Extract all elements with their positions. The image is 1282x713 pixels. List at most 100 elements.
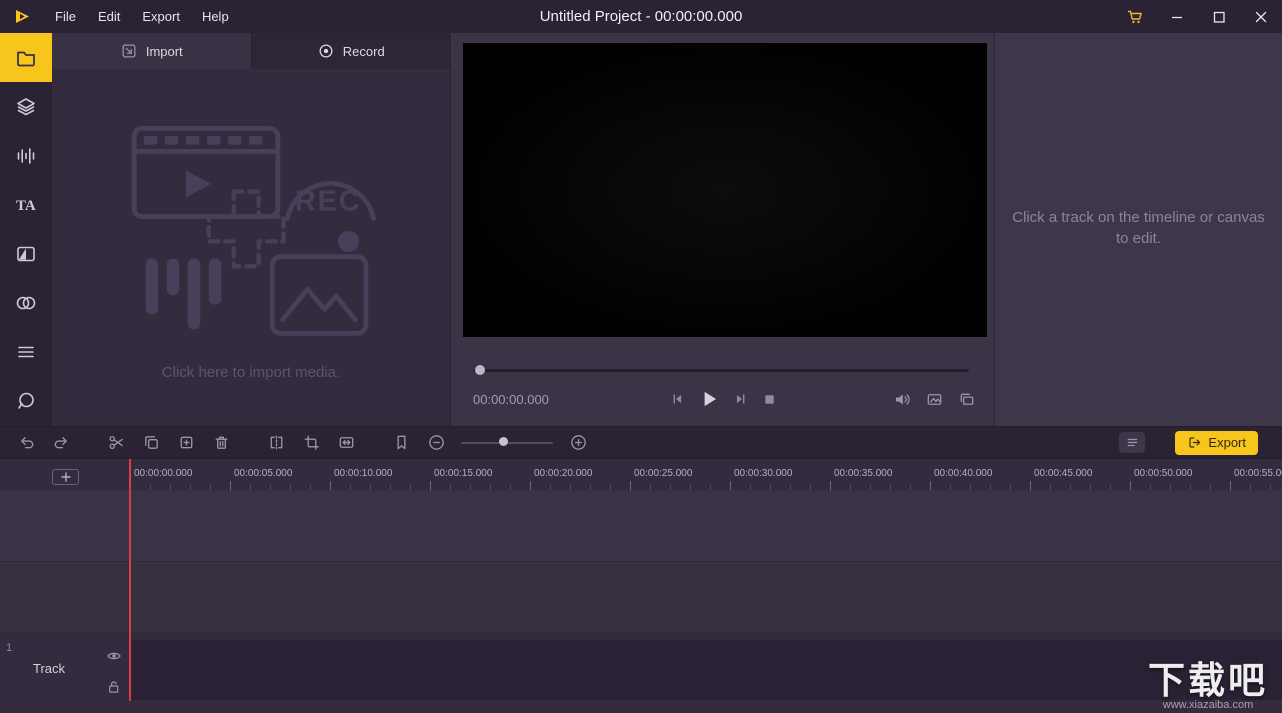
media-panel: Import Record REC Click here to import m… xyxy=(52,33,450,426)
sidebar-item-layers[interactable] xyxy=(0,82,52,131)
menu-help[interactable]: Help xyxy=(191,0,240,33)
volume-icon[interactable] xyxy=(893,390,912,409)
menu-edit[interactable]: Edit xyxy=(87,0,131,33)
split-button[interactable] xyxy=(266,433,286,453)
playhead[interactable] xyxy=(129,459,131,701)
ruler-ticks-major xyxy=(130,481,1282,490)
add-track-button[interactable] xyxy=(52,469,79,485)
close-button[interactable] xyxy=(1240,0,1282,33)
maximize-button[interactable] xyxy=(1198,0,1240,33)
ruler-label: 00:00:00.000 xyxy=(134,468,193,479)
watermark-url: www.xiazaiba.com xyxy=(1162,699,1254,711)
track-lock-toggle[interactable] xyxy=(106,679,121,694)
track-number: 1 xyxy=(6,642,13,654)
track-manager-button[interactable] xyxy=(1119,432,1146,453)
overlays-icon xyxy=(18,346,34,357)
marker-button[interactable] xyxy=(391,433,411,453)
ruler-label: 00:00:45.000 xyxy=(1034,468,1093,479)
ruler-label: 00:00:55.000 xyxy=(1234,468,1282,479)
import-placeholder-illustration: REC xyxy=(131,125,376,336)
sidebar-item-audio[interactable] xyxy=(0,131,52,180)
stop-button[interactable] xyxy=(761,391,778,408)
seek-handle[interactable] xyxy=(475,365,485,375)
transitions-icon xyxy=(17,246,35,261)
import-dropzone[interactable]: REC Click here to import media. xyxy=(52,69,450,426)
video-canvas[interactable] xyxy=(463,43,987,337)
previous-frame-button[interactable] xyxy=(668,390,686,408)
sidebar-item-filters[interactable] xyxy=(0,278,52,327)
undo-button[interactable] xyxy=(16,433,36,453)
snapshot-icon[interactable] xyxy=(925,390,944,409)
layers-icon xyxy=(17,97,35,115)
sidebar-item-overlays[interactable] xyxy=(0,327,52,376)
timeline-ruler[interactable]: 00:00:00.000 00:00:05.000 00:00:10.000 0… xyxy=(0,458,1282,490)
sidebar-item-text[interactable]: TA xyxy=(0,180,52,229)
sidebar-item-media[interactable] xyxy=(0,33,52,82)
next-frame-button[interactable] xyxy=(732,390,750,408)
track-name: Track xyxy=(33,661,66,676)
timeline-empty-row[interactable] xyxy=(0,490,1282,562)
menu-file[interactable]: File xyxy=(44,0,87,33)
crop-button[interactable] xyxy=(301,433,321,453)
seek-track[interactable] xyxy=(473,369,969,372)
menu-export[interactable]: Export xyxy=(131,0,191,33)
tab-record-label: Record xyxy=(342,43,385,59)
ruler-label: 00:00:20.000 xyxy=(534,468,593,479)
playback-time: 00:00:00.000 xyxy=(473,391,549,407)
redo-button[interactable] xyxy=(51,433,71,453)
text-icon: TA xyxy=(16,198,36,214)
feature-sidebar: TA xyxy=(0,33,52,426)
ruler-label: 00:00:15.000 xyxy=(434,468,493,479)
properties-panel: Click a track on the timeline or canvas … xyxy=(995,33,1282,426)
sidebar-item-transitions[interactable] xyxy=(0,229,52,278)
ruler-label: 00:00:25.000 xyxy=(634,468,693,479)
properties-hint: Click a track on the timeline or canvas … xyxy=(1012,209,1265,247)
track-header[interactable]: 1 Track xyxy=(0,640,130,700)
svg-text:TA: TA xyxy=(16,198,36,214)
import-hint-text: Click here to import media. xyxy=(161,363,341,381)
minimize-button[interactable] xyxy=(1156,0,1198,33)
timeline-toolbar: Export xyxy=(0,426,1282,458)
menubar: File Edit Export Help xyxy=(44,0,240,33)
zoom-slider-handle[interactable] xyxy=(499,437,508,446)
app-logo-icon[interactable] xyxy=(0,0,44,33)
track-row: 1 Track xyxy=(0,640,1282,700)
ruler-label: 00:00:05.000 xyxy=(234,468,293,479)
watermark: 下载吧 www.xiazaiba.com xyxy=(1148,661,1268,711)
folder-icon xyxy=(17,51,35,66)
filters-icon xyxy=(16,296,36,309)
tab-import-label: Import xyxy=(145,43,183,59)
window-title: Untitled Project - 00:00:00.000 xyxy=(539,8,743,25)
fullscreen-icon[interactable] xyxy=(957,390,976,409)
record-icon xyxy=(319,44,333,58)
delete-button[interactable] xyxy=(211,433,231,453)
paste-button[interactable] xyxy=(176,433,196,453)
track-content[interactable] xyxy=(130,640,1282,700)
seekbar[interactable] xyxy=(473,363,969,377)
cut-button[interactable] xyxy=(106,433,126,453)
ruler-label: 00:00:50.000 xyxy=(1134,468,1193,479)
export-button[interactable]: Export xyxy=(1175,430,1258,455)
store-cart-icon[interactable] xyxy=(1114,0,1156,33)
ruler-label: 00:00:10.000 xyxy=(334,468,393,479)
timeline-zoom-slider[interactable] xyxy=(461,433,553,453)
export-icon xyxy=(1189,437,1201,448)
tab-record[interactable]: Record xyxy=(250,33,451,69)
sidebar-item-animation[interactable] xyxy=(0,376,52,425)
rec-label: REC xyxy=(295,185,361,217)
zoom-out-button[interactable] xyxy=(426,433,446,453)
timeline[interactable]: 00:00:00.000 00:00:05.000 00:00:10.000 0… xyxy=(0,458,1282,713)
transport-controls xyxy=(668,387,778,411)
titlebar: File Edit Export Help Untitled Project -… xyxy=(0,0,1282,33)
media-tabs: Import Record xyxy=(52,33,450,69)
preview-panel: 00:00:00.000 xyxy=(450,33,995,426)
zoom-in-button[interactable] xyxy=(568,433,588,453)
play-button[interactable] xyxy=(697,387,721,411)
fit-timeline-button[interactable] xyxy=(336,433,356,453)
track-visibility-toggle[interactable] xyxy=(106,649,122,663)
transport-bar: 00:00:00.000 xyxy=(463,384,982,414)
copy-button[interactable] xyxy=(141,433,161,453)
tab-import[interactable]: Import xyxy=(52,33,251,69)
timeline-empty-row[interactable] xyxy=(0,562,1282,633)
ruler-label: 00:00:35.000 xyxy=(834,468,893,479)
